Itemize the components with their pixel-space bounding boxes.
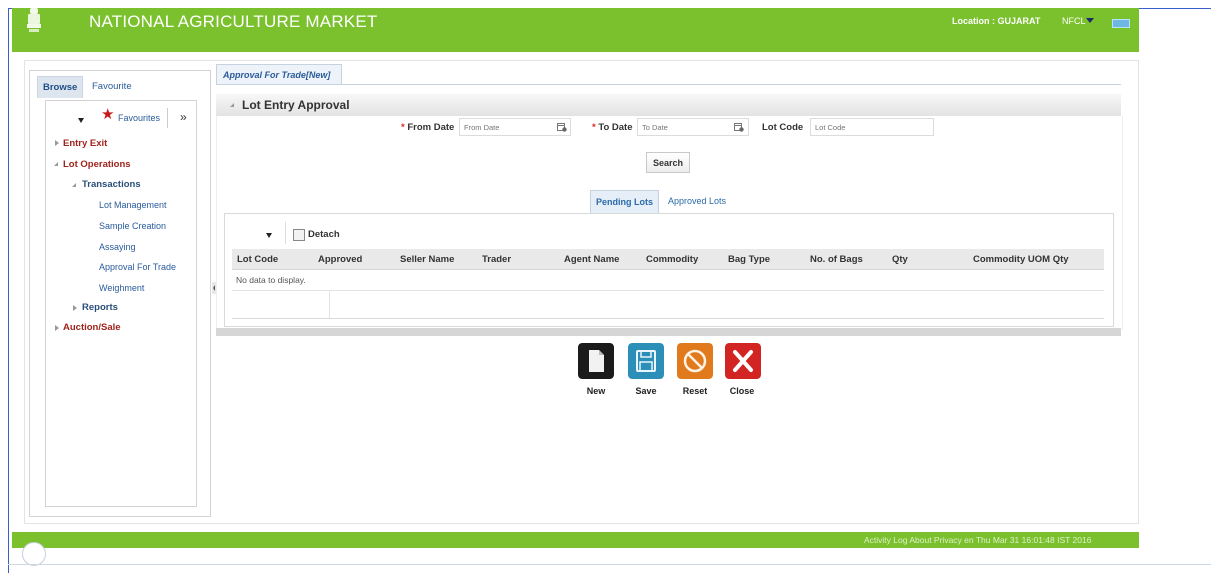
- tab-pending-lots[interactable]: Pending Lots: [590, 190, 659, 213]
- reset-button[interactable]: Reset: [673, 386, 717, 396]
- from-date-label: * From Date: [401, 122, 455, 133]
- tree-item-weighment[interactable]: Weighment: [99, 283, 144, 293]
- expand-arrow-icon[interactable]: [73, 305, 77, 311]
- column-header-seller-name[interactable]: Seller Name: [400, 254, 454, 265]
- results-table-panel: [224, 213, 1114, 327]
- section-header: [216, 94, 1121, 117]
- to-date-label: * To Date: [592, 122, 633, 133]
- window-frame-bottom: [8, 564, 1211, 565]
- favourites-menu-caret-icon[interactable]: [78, 118, 84, 123]
- expand-panel-icon[interactable]: »: [180, 110, 187, 124]
- keyboard-icon[interactable]: [1112, 19, 1130, 28]
- column-header-bag-type[interactable]: Bag Type: [728, 254, 770, 265]
- empty-table-message: No data to display.: [236, 275, 306, 285]
- table-column-divider: [329, 291, 330, 318]
- collapse-arrow-icon[interactable]: [54, 162, 58, 166]
- tree-item-lot-operations[interactable]: Lot Operations: [63, 159, 131, 170]
- search-button[interactable]: Search: [646, 152, 690, 173]
- tree-item-reports[interactable]: Reports: [82, 302, 118, 313]
- section-footer-bar: [216, 328, 1121, 336]
- view-menu-caret-icon[interactable]: [266, 233, 272, 238]
- tab-favourite[interactable]: Favourite: [87, 76, 137, 97]
- tree-item-sample-creation[interactable]: Sample Creation: [99, 221, 166, 231]
- tab-approved-lots[interactable]: Approved Lots: [663, 190, 731, 212]
- detach-icon[interactable]: [293, 229, 305, 241]
- section-title: Lot Entry Approval: [242, 98, 350, 112]
- column-header-commodity[interactable]: Commodity: [646, 254, 698, 265]
- expand-arrow-icon[interactable]: [55, 325, 59, 331]
- column-header-agent-name[interactable]: Agent Name: [564, 254, 619, 265]
- location-label: Location : GUJARAT: [952, 16, 1041, 26]
- star-icon: ★: [101, 106, 115, 123]
- column-header-commodity-uom-qty[interactable]: Commodity UOM Qty: [973, 254, 1069, 265]
- expand-arrow-icon[interactable]: [55, 140, 59, 146]
- tab-underline: [216, 84, 1121, 85]
- tab-approval-for-trade[interactable]: Approval For Trade[New]: [216, 64, 342, 84]
- toolbar-divider: [167, 108, 168, 128]
- caret-down-icon[interactable]: [1086, 18, 1094, 23]
- save-button[interactable]: Save: [624, 386, 668, 396]
- tree-item-auction-sale[interactable]: Auction/Sale: [63, 322, 121, 333]
- from-date-input[interactable]: [459, 118, 571, 136]
- tree-item-assaying[interactable]: Assaying: [99, 242, 136, 252]
- favourites-button[interactable]: Favourites: [118, 113, 160, 123]
- footer-links[interactable]: Activity Log About Privacy en Thu Mar 31…: [864, 535, 1091, 545]
- table-footer-divider: [232, 318, 1104, 319]
- tree-item-approval-for-trade[interactable]: Approval For Trade: [99, 262, 176, 272]
- to-date-input[interactable]: [637, 118, 749, 136]
- app-title: NATIONAL AGRICULTURE MARKET: [89, 12, 378, 31]
- emblem-icon: [27, 8, 41, 32]
- detach-button[interactable]: Detach: [308, 229, 340, 240]
- column-header-trader[interactable]: Trader: [482, 254, 511, 265]
- column-header-no-of-bags[interactable]: No. of Bags: [810, 254, 863, 265]
- save-disk-icon[interactable]: [628, 343, 664, 379]
- table-row-divider: [232, 290, 1104, 291]
- reset-circle-icon[interactable]: [677, 343, 713, 379]
- new-button[interactable]: New: [574, 386, 618, 396]
- user-menu[interactable]: NFCL: [1062, 16, 1086, 26]
- close-x-icon[interactable]: [725, 343, 761, 379]
- close-button[interactable]: Close: [720, 386, 764, 396]
- window-frame-left: [8, 8, 9, 573]
- column-header-lot-code[interactable]: Lot Code: [237, 254, 278, 265]
- new-document-icon[interactable]: [578, 343, 614, 379]
- status-circle-icon: [22, 542, 46, 566]
- tree-item-lot-management[interactable]: Lot Management: [99, 200, 167, 210]
- collapse-section-icon[interactable]: [230, 103, 234, 107]
- calendar-icon[interactable]: [557, 122, 567, 132]
- tree-item-entry-exit[interactable]: Entry Exit: [63, 138, 107, 149]
- tab-browse[interactable]: Browse: [37, 76, 84, 98]
- lot-code-input[interactable]: [810, 118, 934, 136]
- collapse-arrow-icon[interactable]: [72, 183, 76, 187]
- calendar-icon[interactable]: [734, 122, 744, 132]
- column-header-approved[interactable]: Approved: [318, 254, 362, 265]
- lot-code-label: Lot Code: [762, 122, 804, 133]
- tree-item-transactions[interactable]: Transactions: [82, 179, 141, 190]
- toolbar-divider: [285, 222, 286, 244]
- column-header-qty[interactable]: Qty: [892, 254, 908, 265]
